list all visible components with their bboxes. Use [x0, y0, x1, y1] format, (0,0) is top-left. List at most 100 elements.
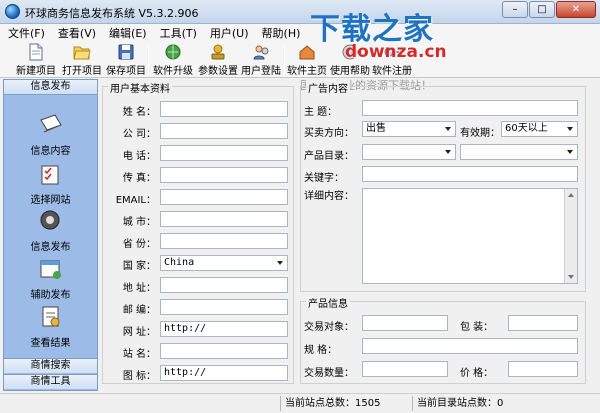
status-site-total: 当前站点总数：1505	[280, 396, 410, 411]
nav-header-publish[interactable]: 信息发布	[4, 80, 97, 95]
chevron-down-icon	[567, 150, 573, 154]
scroll-down-icon[interactable]	[568, 275, 574, 279]
catalog-select-primary[interactable]	[362, 144, 456, 160]
save-project-label: 保存项目	[106, 66, 146, 77]
trade-direction-select[interactable]: 出售	[362, 121, 456, 137]
register-label: 软件注册	[372, 66, 412, 77]
nav-business-search[interactable]: 商情搜索	[4, 358, 97, 373]
software-upgrade-button[interactable]: 软件升级	[151, 43, 195, 77]
nav-label: 信息发布	[30, 242, 71, 253]
trade-direction-value: 出售	[366, 123, 386, 134]
chevron-down-icon	[445, 150, 451, 154]
menu-view[interactable]: 查看(V)	[58, 25, 96, 41]
calendar-icon	[40, 260, 61, 279]
menu-edit[interactable]: 编辑(E)	[109, 25, 147, 41]
product-info-title: 产品信息	[306, 295, 350, 310]
website-label: 网 址：	[122, 327, 156, 338]
camera-publish-icon	[40, 210, 59, 230]
email-input[interactable]	[160, 189, 288, 205]
postcode-label: 邮 编：	[122, 305, 156, 316]
help-label: 使用帮助	[330, 66, 370, 77]
catalog-select-secondary[interactable]	[460, 144, 578, 160]
nav-item-info-content[interactable]: 信息内容	[4, 112, 97, 157]
window-title: 环球商务信息发布系统 V5.3.2.906	[25, 7, 199, 20]
subject-label: 主 题：	[304, 107, 338, 118]
document-pen-icon	[39, 114, 62, 133]
software-home-button[interactable]: 软件主页	[287, 43, 327, 77]
email-label: EMAIL：	[115, 195, 156, 206]
chevron-down-icon	[445, 127, 451, 131]
validity-select[interactable]: 60天以上	[501, 121, 578, 137]
toolbar-separator	[284, 46, 285, 74]
website-input[interactable]: http://	[160, 321, 288, 337]
province-label: 省 份：	[122, 239, 156, 250]
maximize-button[interactable]: □	[529, 1, 555, 18]
company-label: 公 司：	[122, 129, 156, 140]
nav-item-select-sites[interactable]: 选择网站	[4, 161, 97, 206]
ad-content-title: 广告内容	[306, 80, 350, 95]
user-login-button[interactable]: 用户登陆	[239, 43, 283, 77]
icon-url-input[interactable]: http://	[160, 365, 288, 381]
country-select[interactable]: China	[160, 255, 288, 271]
detail-textarea[interactable]	[362, 188, 578, 284]
toolbar-separator	[148, 46, 149, 74]
nav-item-assist-publish[interactable]: 辅助发布	[4, 256, 97, 301]
checklist-icon	[41, 165, 58, 185]
name-input[interactable]	[160, 101, 288, 117]
fax-input[interactable]	[160, 167, 288, 183]
settings-button[interactable]: 参数设置	[196, 43, 240, 77]
trade-target-input[interactable]	[362, 315, 448, 331]
menu-user[interactable]: 用户(U)	[210, 25, 249, 41]
upgrade-globe-icon	[165, 44, 181, 60]
nav-business-tools[interactable]: 商情工具	[4, 374, 97, 389]
save-project-button[interactable]: 保存项目	[104, 43, 148, 77]
detail-scrollbar[interactable]	[564, 189, 577, 283]
validity-label: 有效期：	[460, 128, 500, 139]
new-file-icon	[29, 43, 43, 61]
menu-tools[interactable]: 工具(T)	[160, 25, 197, 41]
keyword-label: 关键字：	[304, 173, 344, 184]
trade-target-label: 交易对象：	[304, 322, 354, 333]
user-info-title: 用户基本资料	[108, 80, 172, 95]
phone-input[interactable]	[160, 145, 288, 161]
catalog-label: 产品目录：	[304, 151, 354, 162]
subject-input[interactable]	[362, 100, 578, 116]
nav-label: 信息内容	[30, 146, 71, 157]
settings-label: 参数设置	[198, 66, 238, 77]
country-select-value: China	[164, 257, 195, 268]
new-project-button[interactable]: 新建项目	[14, 43, 58, 77]
menu-file[interactable]: 文件(F)	[8, 25, 45, 41]
province-input[interactable]	[160, 233, 288, 249]
phone-label: 电 话：	[122, 151, 156, 162]
chevron-down-icon	[567, 127, 573, 131]
detail-label: 详细内容：	[304, 191, 354, 202]
packaging-input[interactable]	[508, 315, 578, 331]
trade-quantity-input[interactable]	[362, 361, 448, 377]
scroll-up-icon[interactable]	[568, 193, 574, 197]
validity-value: 60天以上	[505, 123, 548, 134]
site-name-input[interactable]	[160, 343, 288, 359]
user-login-icon	[253, 45, 269, 60]
company-input[interactable]	[160, 123, 288, 139]
packaging-label: 包 装：	[460, 322, 494, 333]
keyword-input[interactable]	[362, 166, 578, 182]
nav-item-view-results[interactable]: 查看结果	[4, 304, 97, 349]
nav-item-publish[interactable]: 信息发布	[4, 208, 97, 253]
software-upgrade-label: 软件升级	[153, 66, 193, 77]
close-button[interactable]: ✕	[556, 1, 596, 18]
open-project-button[interactable]: 打开项目	[60, 43, 104, 77]
postcode-input[interactable]	[160, 299, 288, 315]
new-project-label: 新建项目	[16, 66, 56, 77]
specification-input[interactable]	[362, 338, 578, 354]
menu-help[interactable]: 帮助(H)	[262, 25, 301, 41]
user-login-label: 用户登陆	[241, 66, 281, 77]
icon-url-label: 图 标：	[122, 371, 156, 382]
address-input[interactable]	[160, 277, 288, 293]
price-input[interactable]	[508, 361, 578, 377]
trade-quantity-label: 交易数量：	[304, 368, 354, 379]
app-globe-icon	[5, 4, 20, 19]
open-folder-icon	[73, 46, 91, 60]
trade-direction-label: 买卖方向：	[304, 128, 354, 139]
city-input[interactable]	[160, 211, 288, 227]
minimize-button[interactable]: –	[502, 1, 528, 18]
